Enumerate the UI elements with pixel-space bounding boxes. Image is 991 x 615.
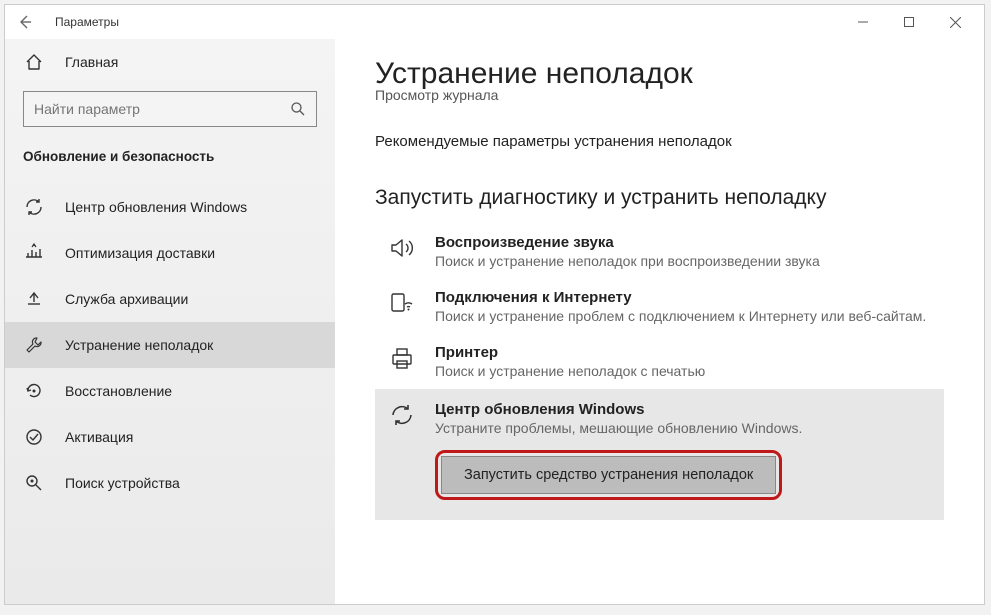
sidebar-item-troubleshoot[interactable]: Устранение неполадок <box>5 322 335 368</box>
troubleshooter-audio[interactable]: Воспроизведение звука Поиск и устранение… <box>375 224 944 279</box>
maximize-icon <box>904 17 914 27</box>
troubleshooter-desc: Устраните проблемы, мешающие обновлению … <box>435 420 944 436</box>
sidebar-item-backup[interactable]: Служба архивации <box>5 276 335 322</box>
sidebar-item-label: Оптимизация доставки <box>65 245 215 261</box>
sidebar: Главная Обновление и безопасность Центр … <box>5 39 335 604</box>
search-box[interactable] <box>23 91 317 127</box>
delivery-icon <box>23 242 45 264</box>
home-nav[interactable]: Главная <box>5 39 335 85</box>
window-controls <box>840 7 978 37</box>
troubleshooter-title: Принтер <box>435 344 944 361</box>
sidebar-item-label: Поиск устройства <box>65 475 180 491</box>
home-icon <box>23 51 45 73</box>
sync-icon <box>23 196 45 218</box>
settings-window: Параметры Главная Обновление и безопасно… <box>4 4 985 605</box>
callout-highlight: Запустить средство устранения неполадок <box>435 450 782 500</box>
maximize-button[interactable] <box>886 7 932 37</box>
find-device-icon <box>23 472 45 494</box>
search-container <box>5 85 335 135</box>
section-header: Запустить диагностику и устранить непола… <box>375 186 944 210</box>
troubleshooter-title: Подключения к Интернету <box>435 289 944 306</box>
window-title: Параметры <box>55 15 119 29</box>
sidebar-item-label: Устранение неполадок <box>65 337 213 353</box>
speaker-icon <box>385 234 419 268</box>
wrench-icon <box>23 334 45 356</box>
troubleshooter-desc: Поиск и устранение неполадок при воспрои… <box>435 253 944 269</box>
sidebar-item-recovery[interactable]: Восстановление <box>5 368 335 414</box>
troubleshooter-title: Воспроизведение звука <box>435 234 944 251</box>
wifi-icon <box>385 289 419 323</box>
sidebar-item-find-device[interactable]: Поиск устройства <box>5 460 335 506</box>
sidebar-section-header: Обновление и безопасность <box>5 135 335 174</box>
backup-icon <box>23 288 45 310</box>
content: Устранение неполадок Просмотр журнала Ре… <box>335 39 984 604</box>
troubleshooter-desc: Поиск и устранение неполадок с печатью <box>435 363 944 379</box>
sidebar-item-label: Активация <box>65 429 133 445</box>
recovery-icon <box>23 380 45 402</box>
recommended-text: Рекомендуемые параметры устранения непол… <box>375 133 944 150</box>
home-label: Главная <box>65 54 118 70</box>
titlebar: Параметры <box>5 5 984 39</box>
sync-icon <box>385 401 419 435</box>
page-title: Устранение неполадок <box>375 57 944 91</box>
arrow-left-icon <box>17 14 33 30</box>
printer-icon <box>385 344 419 378</box>
activation-icon <box>23 426 45 448</box>
sidebar-item-label: Служба архивации <box>65 291 188 307</box>
troubleshooter-internet[interactable]: Подключения к Интернету Поиск и устранен… <box>375 279 944 334</box>
troubleshooter-desc: Поиск и устранение проблем с подключение… <box>435 308 944 324</box>
run-troubleshooter-button[interactable]: Запустить средство устранения неполадок <box>441 456 776 494</box>
back-button[interactable] <box>11 8 39 36</box>
search-icon <box>290 101 306 117</box>
search-input[interactable] <box>34 101 290 117</box>
minimize-icon <box>858 17 868 27</box>
sidebar-item-windows-update[interactable]: Центр обновления Windows <box>5 184 335 230</box>
troubleshooter-windows-update[interactable]: Центр обновления Windows Устраните пробл… <box>375 389 944 520</box>
troubleshooter-title: Центр обновления Windows <box>435 401 944 418</box>
sidebar-item-label: Центр обновления Windows <box>65 199 247 215</box>
close-icon <box>950 17 961 28</box>
sidebar-item-delivery-optimization[interactable]: Оптимизация доставки <box>5 230 335 276</box>
sidebar-item-activation[interactable]: Активация <box>5 414 335 460</box>
sidebar-item-label: Восстановление <box>65 383 172 399</box>
minimize-button[interactable] <box>840 7 886 37</box>
troubleshooter-printer[interactable]: Принтер Поиск и устранение неполадок с п… <box>375 334 944 389</box>
close-button[interactable] <box>932 7 978 37</box>
body: Главная Обновление и безопасность Центр … <box>5 39 984 604</box>
